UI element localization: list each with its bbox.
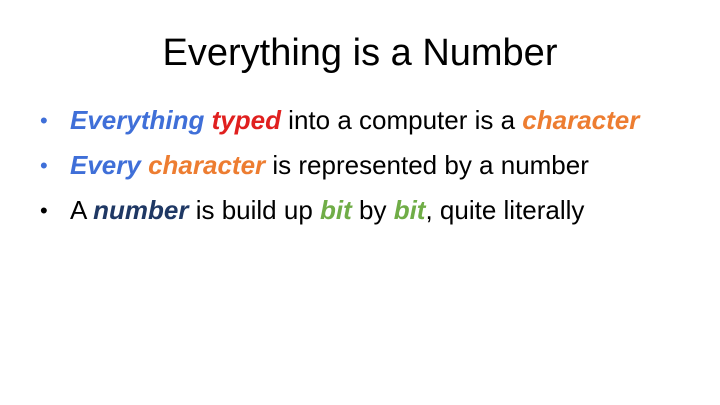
emphasized-text: character bbox=[148, 150, 266, 180]
bullet-text: by bbox=[351, 195, 394, 225]
bullet-marker: • bbox=[40, 108, 48, 133]
bullet-text: into a computer is a bbox=[280, 105, 523, 135]
bullet-marker: • bbox=[40, 198, 48, 223]
bullet-text bbox=[141, 150, 148, 180]
bullet-marker: • bbox=[40, 153, 48, 178]
slide-title: Everything is a Number bbox=[162, 32, 558, 74]
bullet-list: • Everything typed into a computer is a c… bbox=[36, 102, 696, 237]
emphasized-text: Every bbox=[70, 150, 141, 180]
emphasized-text: number bbox=[93, 195, 189, 225]
bullet-text: A bbox=[70, 195, 94, 225]
bullet-text bbox=[204, 105, 211, 135]
emphasized-text: bit bbox=[320, 195, 352, 225]
emphasized-text: typed bbox=[211, 105, 281, 135]
bullet-text: is build up bbox=[188, 195, 321, 225]
emphasized-text: character bbox=[522, 105, 640, 135]
bullet-item: • Everything typed into a computer is a c… bbox=[36, 102, 696, 139]
bullet-item: • Every character is represented by a num… bbox=[36, 147, 696, 184]
bullet-text: , quite literally bbox=[425, 195, 585, 225]
bullet-item: • A number is build up bit by bit, quite … bbox=[36, 192, 696, 229]
slide: Everything is a Number • Everything typed… bbox=[0, 0, 720, 405]
emphasized-text: bit bbox=[393, 195, 426, 225]
bullet-text: is represented by a number bbox=[265, 150, 589, 180]
emphasized-text: Everything bbox=[70, 105, 205, 135]
